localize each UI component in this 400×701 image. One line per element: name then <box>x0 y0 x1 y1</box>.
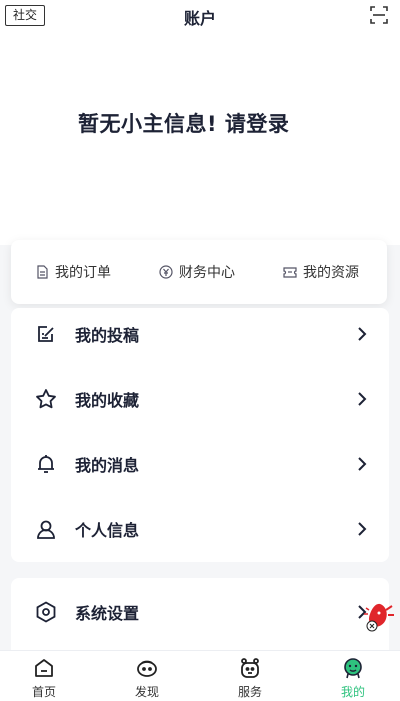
page-title: 账户 <box>183 9 216 28</box>
tab-label: 发现 <box>134 685 159 699</box>
login-prompt[interactable]: 暂无小主信息! 请登录 <box>78 108 289 138</box>
menu-item-label: 我的收藏 <box>75 391 140 410</box>
chevron-right-icon <box>358 327 367 341</box>
ticket-icon <box>283 267 297 278</box>
home-icon <box>35 659 53 677</box>
bottom-tab-bar: 首页 发现 服务 我的 <box>0 650 400 701</box>
tab-label: 服务 <box>237 685 262 699</box>
chevron-right-icon <box>358 522 367 536</box>
discover-face-icon <box>137 660 157 677</box>
menu-item-label: 我的消息 <box>75 456 140 475</box>
chevron-right-icon <box>358 392 367 406</box>
menu-item-submissions[interactable]: 我的投稿 <box>11 314 389 354</box>
menu-item-label: 我的投稿 <box>75 326 140 345</box>
menu-item-favorites[interactable]: 我的收藏 <box>11 379 389 419</box>
menu-item-messages[interactable]: 我的消息 <box>11 444 389 484</box>
my-orders-button[interactable]: 我的订单 <box>35 262 111 282</box>
mascot-float-icon[interactable] <box>362 600 396 636</box>
menu-item-label: 个人信息 <box>75 521 140 540</box>
settings-hexagon-icon <box>36 601 56 623</box>
chevron-right-icon <box>358 457 367 471</box>
quick-item-label: 我的资源 <box>303 265 359 281</box>
edit-note-icon <box>38 326 54 342</box>
quick-item-label: 我的订单 <box>55 265 111 281</box>
scan-icon[interactable] <box>370 6 388 24</box>
order-doc-icon <box>37 265 48 279</box>
menu-item-profile[interactable]: 个人信息 <box>11 509 389 549</box>
service-bear-icon <box>241 658 259 678</box>
menu-item-label: 系统设置 <box>75 604 140 623</box>
tab-home[interactable]: 首页 <box>14 657 74 700</box>
tab-label: 首页 <box>31 685 56 699</box>
user-icon <box>37 520 55 539</box>
my-resources-button[interactable]: 我的资源 <box>283 262 359 282</box>
quick-actions-card: 我的订单 财务中心 我的资源 <box>11 240 387 304</box>
tab-mine[interactable]: 我的 <box>323 657 383 700</box>
menu-card-main: 我的投稿 我的收藏 我的消息 个人信息 <box>11 308 389 562</box>
tab-discover[interactable]: 发现 <box>117 657 177 700</box>
quick-item-label: 财务中心 <box>179 265 235 281</box>
finance-center-button[interactable]: 财务中心 <box>159 262 235 282</box>
bell-icon <box>38 455 54 473</box>
tab-service[interactable]: 服务 <box>220 657 280 700</box>
mine-face-icon <box>344 658 362 679</box>
star-icon <box>36 389 56 409</box>
menu-item-settings[interactable]: 系统设置 <box>11 592 389 632</box>
yen-coin-icon <box>159 265 173 279</box>
menu-card-settings: 系统设置 <box>11 578 389 658</box>
tab-label: 我的 <box>340 685 365 699</box>
nav-bar: 社交 账户 <box>0 0 400 32</box>
